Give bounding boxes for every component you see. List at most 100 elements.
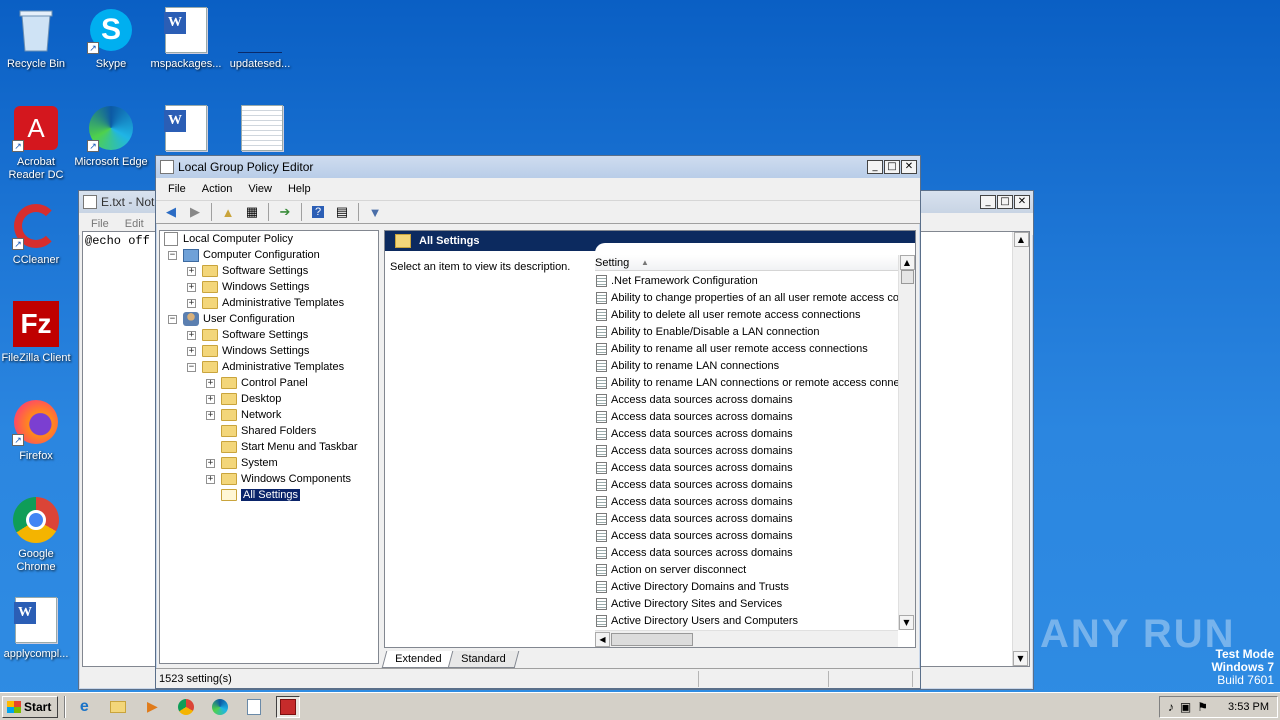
collapse-icon[interactable]: −: [168, 250, 177, 260]
desktop-icon-firefox[interactable]: ↗ Firefox: [0, 398, 74, 463]
tab-standard[interactable]: Standard: [448, 651, 520, 668]
menu-edit[interactable]: Edit: [117, 218, 152, 230]
taskbar-media-player[interactable]: ▶: [140, 696, 164, 718]
maximize-button[interactable]: □: [997, 195, 1013, 209]
expand-icon[interactable]: +: [206, 378, 215, 388]
clock[interactable]: 3:53 PM: [1228, 701, 1269, 713]
setting-row[interactable]: Access data sources across domains: [595, 425, 898, 442]
forward-arrow-icon[interactable]: ▶: [184, 202, 206, 222]
scroll-left-icon[interactable]: ◀: [595, 631, 610, 647]
desktop-icon-edge[interactable]: ↗ Microsoft Edge: [73, 104, 149, 169]
tree-item-start-menu-taskbar[interactable]: Start Menu and Taskbar: [160, 439, 378, 455]
setting-row[interactable]: Access data sources across domains: [595, 442, 898, 459]
tree-item-desktop[interactable]: + Desktop: [160, 391, 378, 407]
tree-item-uc-software-settings[interactable]: + Software Settings: [160, 327, 378, 343]
tree-item-control-panel[interactable]: + Control Panel: [160, 375, 378, 391]
menu-file[interactable]: File: [83, 218, 117, 230]
minimize-button[interactable]: _: [867, 160, 883, 174]
settings-horizontal-scrollbar[interactable]: ◀: [595, 630, 898, 647]
scroll-down-icon[interactable]: ▼: [899, 615, 914, 630]
desktop-icon-chrome[interactable]: Google Chrome: [0, 496, 74, 574]
expand-icon[interactable]: +: [187, 346, 196, 356]
tab-extended[interactable]: Extended: [381, 651, 455, 668]
setting-row[interactable]: Access data sources across domains: [595, 408, 898, 425]
gpedit-titlebar[interactable]: Local Group Policy Editor _ □ ✕: [156, 156, 920, 178]
setting-row[interactable]: Access data sources across domains: [595, 459, 898, 476]
action-center-icon[interactable]: ⚑: [1197, 700, 1208, 714]
scroll-up-icon[interactable]: ▲: [899, 255, 915, 270]
setting-row[interactable]: Ability to Enable/Disable a LAN connecti…: [595, 323, 898, 340]
tree-item-shared-folders[interactable]: Shared Folders: [160, 423, 378, 439]
expand-icon[interactable]: +: [206, 394, 215, 404]
settings-list[interactable]: Setting ▲ .Net Framework Configuration Ab…: [595, 243, 915, 647]
expand-icon[interactable]: +: [206, 474, 215, 484]
scrollbar-thumb[interactable]: [900, 270, 914, 284]
tree-item-uc-windows-settings[interactable]: + Windows Settings: [160, 343, 378, 359]
menu-action[interactable]: Action: [194, 183, 241, 195]
setting-row[interactable]: Action on server disconnect: [595, 561, 898, 578]
setting-row[interactable]: Access data sources across domains: [595, 476, 898, 493]
close-button[interactable]: ✕: [1014, 195, 1030, 209]
tree-item-user-configuration[interactable]: − User Configuration: [160, 311, 378, 327]
taskbar-edge[interactable]: [208, 696, 232, 718]
setting-row[interactable]: Ability to rename LAN connections or rem…: [595, 374, 898, 391]
properties-icon[interactable]: ▤: [331, 202, 353, 222]
desktop-icon-acrobat[interactable]: A ↗ Acrobat Reader DC: [0, 104, 74, 182]
tree-item-local-computer-policy[interactable]: Local Computer Policy: [160, 231, 378, 247]
setting-row[interactable]: Access data sources across domains: [595, 391, 898, 408]
expand-icon[interactable]: +: [187, 282, 196, 292]
tree-item-network[interactable]: + Network: [160, 407, 378, 423]
network-icon[interactable]: ▣: [1180, 700, 1191, 714]
desktop-icon-recycle-bin[interactable]: Recycle Bin: [0, 6, 74, 71]
tree-item-all-settings[interactable]: All Settings: [160, 487, 378, 503]
desktop-icon-word-doc[interactable]: W: [148, 104, 224, 156]
scroll-up-icon[interactable]: ▲: [1013, 232, 1029, 247]
setting-row[interactable]: Active Directory Sites and Services: [595, 595, 898, 612]
collapse-icon[interactable]: −: [187, 362, 196, 372]
collapse-icon[interactable]: −: [168, 314, 177, 324]
maximize-button[interactable]: □: [884, 160, 900, 174]
expand-icon[interactable]: +: [206, 458, 215, 468]
menu-file[interactable]: File: [160, 183, 194, 195]
scroll-down-icon[interactable]: ▼: [1013, 651, 1028, 666]
setting-row[interactable]: Access data sources across domains: [595, 544, 898, 561]
setting-row[interactable]: Access data sources across domains: [595, 527, 898, 544]
setting-row[interactable]: Ability to change properties of an all u…: [595, 289, 898, 306]
taskbar-internet-explorer[interactable]: e: [72, 696, 96, 718]
setting-row[interactable]: Access data sources across domains: [595, 510, 898, 527]
column-header-setting[interactable]: Setting ▲: [595, 255, 898, 271]
tree-item-computer-configuration[interactable]: − Computer Configuration: [160, 247, 378, 263]
tree-item-cc-software-settings[interactable]: + Software Settings: [160, 263, 378, 279]
help-icon[interactable]: ?: [307, 202, 329, 222]
tree-item-cc-windows-settings[interactable]: + Windows Settings: [160, 279, 378, 295]
gpedit-window[interactable]: Local Group Policy Editor _ □ ✕ File Act…: [155, 155, 921, 689]
menu-view[interactable]: View: [240, 183, 280, 195]
setting-row[interactable]: Access data sources across domains: [595, 493, 898, 510]
volume-icon[interactable]: ♪: [1168, 700, 1174, 714]
policy-tree[interactable]: Local Computer Policy − Computer Configu…: [159, 230, 379, 664]
setting-row[interactable]: Ability to rename all user remote access…: [595, 340, 898, 357]
desktop-icon-text-doc[interactable]: [224, 104, 300, 156]
desktop-icon-mspackages[interactable]: W mspackages...: [148, 6, 224, 71]
notepad-vertical-scrollbar[interactable]: ▲ ▼: [1012, 232, 1029, 666]
tree-item-windows-components[interactable]: + Windows Components: [160, 471, 378, 487]
settings-vertical-scrollbar[interactable]: ▲ ▼: [898, 255, 915, 630]
setting-row[interactable]: Active Directory Users and Computers: [595, 612, 898, 629]
tree-item-uc-administrative-templates[interactable]: − Administrative Templates: [160, 359, 378, 375]
export-list-icon[interactable]: ➔: [274, 202, 296, 222]
desktop-icon-ccleaner[interactable]: ↗ CCleaner: [0, 202, 74, 267]
expand-icon[interactable]: +: [187, 266, 196, 276]
desktop-icon-skype[interactable]: S ↗ Skype: [73, 6, 149, 71]
taskbar-gpedit[interactable]: [276, 695, 301, 718]
minimize-button[interactable]: _: [980, 195, 996, 209]
desktop-icon-applycompl[interactable]: W applycompl...: [0, 596, 74, 661]
desktop-icon-updatesed[interactable]: updatesed...: [222, 6, 298, 71]
expand-icon[interactable]: +: [187, 330, 196, 340]
setting-row[interactable]: Ability to rename LAN connections: [595, 357, 898, 374]
setting-row[interactable]: .Net Framework Configuration: [595, 272, 898, 289]
menu-help[interactable]: Help: [280, 183, 319, 195]
desktop-icon-filezilla[interactable]: Fz FileZilla Client: [0, 300, 74, 365]
back-arrow-icon[interactable]: ◀: [160, 202, 182, 222]
taskbar-file-explorer[interactable]: [106, 696, 130, 718]
taskbar-chrome[interactable]: [174, 696, 198, 718]
